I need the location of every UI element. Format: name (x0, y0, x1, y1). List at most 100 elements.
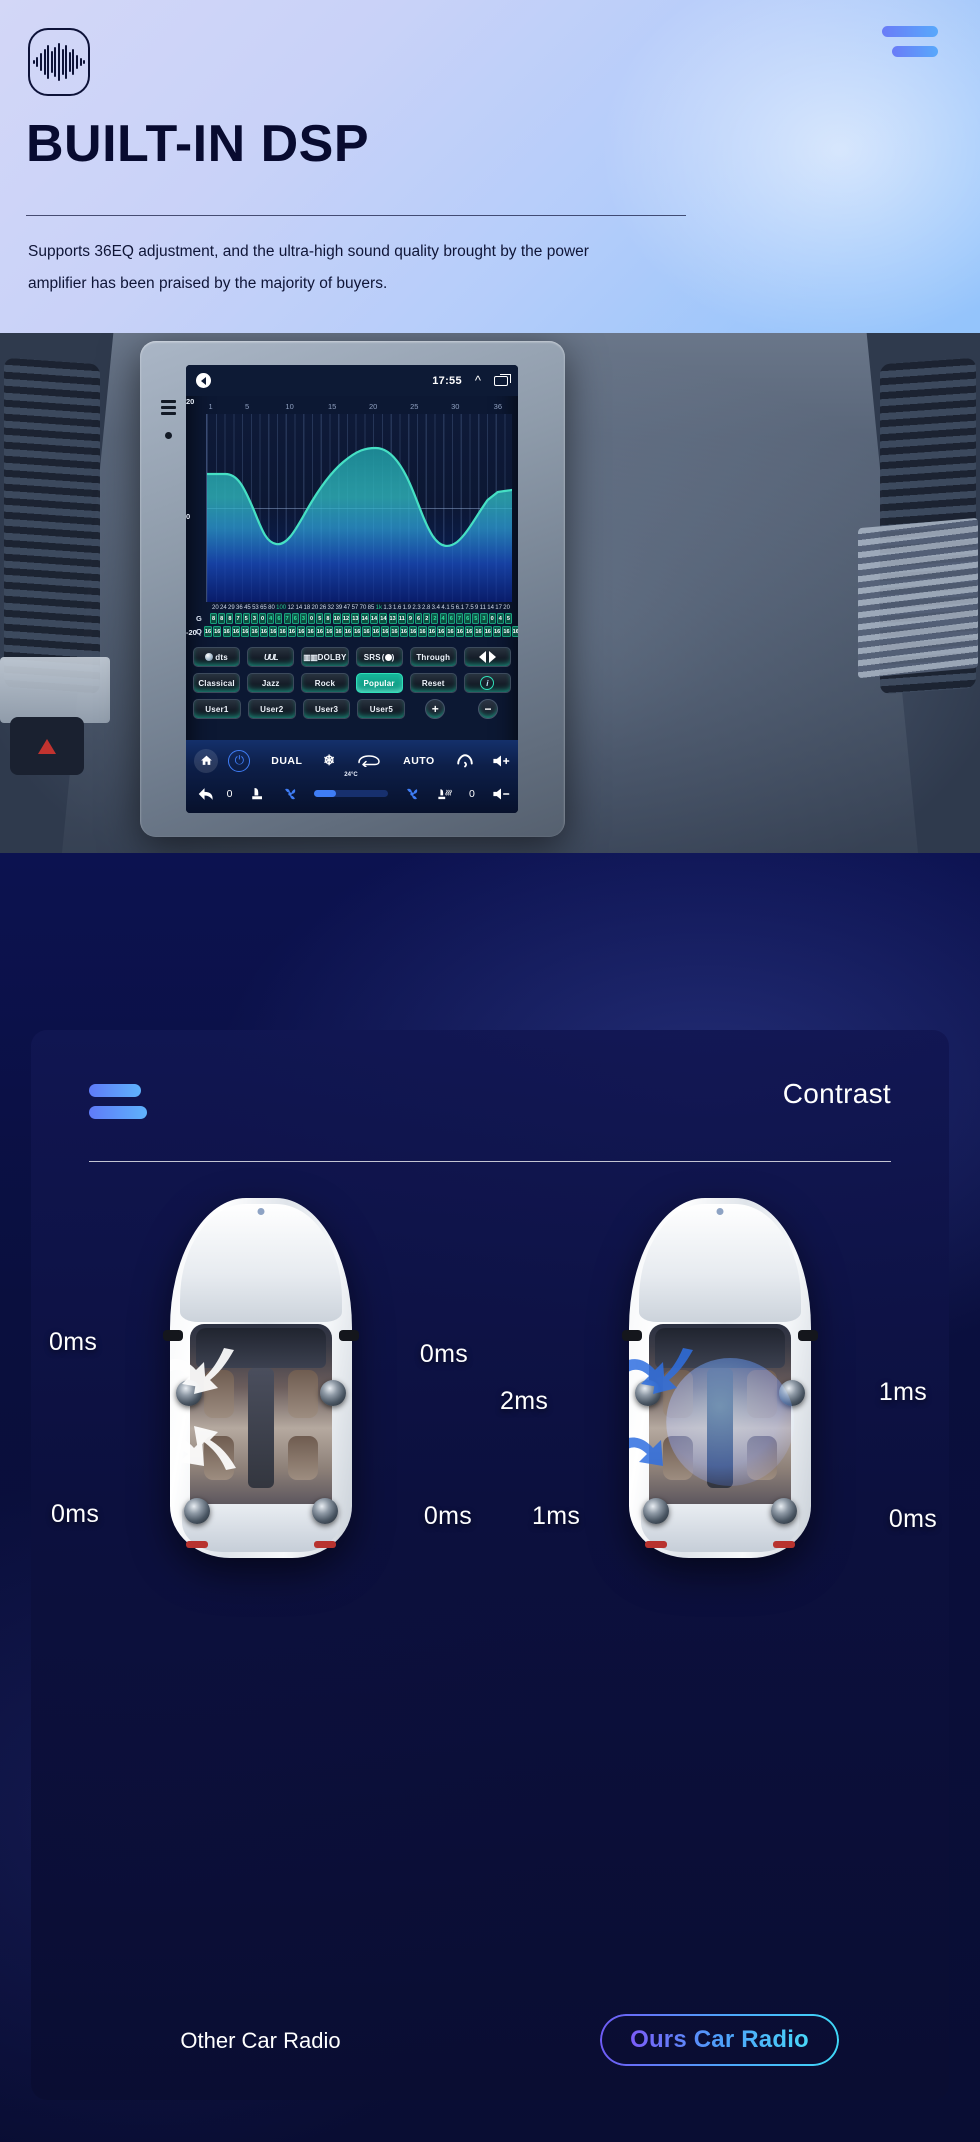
gain-cell[interactable]: 6 (275, 613, 283, 624)
q-cell[interactable]: 16 (269, 626, 278, 637)
gain-cell[interactable]: 14 (360, 613, 369, 624)
preset-info-button[interactable]: i (463, 673, 512, 693)
preset-user5-button[interactable]: User5 (357, 699, 406, 719)
seat-icon[interactable] (250, 787, 265, 801)
gain-cell[interactable]: 3 (480, 613, 488, 624)
q-cell[interactable]: 16 (511, 626, 518, 637)
q-cell[interactable]: 16 (465, 626, 474, 637)
chevron-up-icon[interactable]: ^ (475, 374, 481, 387)
gain-cell[interactable]: 14 (379, 613, 388, 624)
dual-label[interactable]: DUAL (271, 755, 302, 767)
q-cell[interactable]: 16 (213, 626, 222, 637)
gain-cell[interactable]: 0 (488, 613, 496, 624)
gain-cell[interactable]: 14 (369, 613, 379, 624)
gain-cell[interactable]: 6 (291, 613, 299, 624)
q-cell[interactable]: 16 (493, 626, 502, 637)
q-cell[interactable]: 16 (502, 626, 511, 637)
q-cell[interactable]: 16 (334, 626, 343, 637)
gain-cell[interactable]: 7 (455, 613, 463, 624)
gain-cell[interactable]: 9 (406, 613, 414, 624)
preset-reset-button[interactable]: Reset (409, 673, 457, 693)
gain-cell[interactable]: 5 (472, 613, 480, 624)
q-cell[interactable]: 16 (399, 626, 408, 637)
preset-classical-button[interactable]: Classical (193, 673, 241, 693)
q-cell[interactable]: 16 (427, 626, 436, 637)
recent-apps-icon[interactable] (494, 373, 511, 386)
preset-rock-button[interactable]: Rock (301, 673, 349, 693)
preset-through-button[interactable]: Through (409, 647, 457, 667)
q-cell[interactable]: 16 (418, 626, 427, 637)
right-temp-value[interactable]: 0 (469, 788, 475, 800)
q-cell[interactable]: 16 (362, 626, 371, 637)
gain-cell[interactable]: 5 (316, 613, 324, 624)
gain-cell[interactable]: 6 (415, 613, 423, 624)
gain-cell[interactable]: 8 (218, 613, 226, 624)
gain-cell[interactable]: 0 (308, 613, 316, 624)
fan-speed-slider[interactable] (313, 790, 388, 797)
gain-cell[interactable]: 11 (397, 613, 406, 624)
fan-icon[interactable] (283, 787, 297, 801)
q-cell[interactable]: 16 (231, 626, 241, 637)
menu-bars-icon[interactable] (882, 26, 938, 57)
preset-jazz-button[interactable]: Jazz (247, 673, 295, 693)
q-cell[interactable]: 16 (474, 626, 483, 637)
gain-cell[interactable]: 8 (324, 613, 332, 624)
q-cell[interactable]: 16 (287, 626, 297, 637)
gain-cell[interactable]: 12 (341, 613, 351, 624)
preset-srs-button[interactable]: SRS () (355, 647, 403, 667)
gain-cell[interactable]: 13 (351, 613, 360, 624)
menu-bars-icon[interactable] (89, 1084, 147, 1119)
q-cell[interactable]: 16 (446, 626, 455, 637)
gain-cell[interactable]: 4 (439, 613, 447, 624)
home-icon[interactable] (194, 748, 218, 773)
q-cell[interactable]: 16 (259, 626, 269, 637)
q-cell[interactable]: 16 (203, 626, 213, 637)
q-cell[interactable]: 16 (315, 626, 325, 637)
preset-user3-button[interactable]: User3 (302, 699, 351, 719)
gain-cell[interactable]: 5 (504, 613, 513, 624)
q-cell[interactable]: 16 (455, 626, 464, 637)
preset-user1-button[interactable]: User1 (193, 699, 241, 719)
q-cell[interactable]: 16 (353, 626, 362, 637)
preset-dolby-button[interactable]: ▥▥ DOLBY (301, 647, 349, 667)
q-cell[interactable]: 16 (278, 626, 287, 637)
snowflake-icon[interactable]: ❄ (323, 752, 335, 769)
volume-up-icon[interactable] (492, 754, 510, 768)
q-cell[interactable]: 16 (409, 626, 418, 637)
q-cell[interactable]: 16 (343, 626, 352, 637)
gain-cell[interactable]: 3 (250, 613, 258, 624)
back-arrow-icon[interactable] (198, 787, 214, 801)
q-cell[interactable]: 16 (241, 626, 250, 637)
volume-down-icon[interactable] (492, 787, 510, 801)
air-recirculation-icon[interactable] (356, 754, 382, 767)
gain-cell[interactable]: 8 (226, 613, 234, 624)
gain-cell[interactable]: 0 (259, 613, 267, 624)
ours-car-radio-button[interactable]: Ours Car Radio (600, 2014, 839, 2066)
q-cell[interactable]: 16 (381, 626, 390, 637)
gain-cell[interactable]: 6 (447, 613, 455, 624)
preset-dts-button[interactable]: dts (193, 647, 241, 667)
gain-cell[interactable]: 5 (242, 613, 250, 624)
q-cell[interactable]: 16 (371, 626, 380, 637)
gain-cell[interactable]: 13 (388, 613, 397, 624)
defrost-icon[interactable] (456, 753, 474, 768)
auto-label[interactable]: AUTO (403, 755, 435, 767)
fan-icon[interactable] (405, 787, 419, 801)
gain-cell[interactable]: 4 (267, 613, 275, 624)
power-icon[interactable]: ⏻ (228, 749, 251, 772)
preset-balance-button[interactable] (463, 647, 512, 667)
q-cell[interactable]: 16 (222, 626, 231, 637)
gain-cell[interactable]: 6 (464, 613, 472, 624)
gain-cell[interactable]: 2 (431, 613, 439, 624)
preset-popular-button[interactable]: Popular (355, 673, 403, 693)
gain-cell[interactable]: 3 (299, 613, 307, 624)
hazard-light-button[interactable] (10, 717, 84, 775)
gain-cell[interactable]: 2 (423, 613, 431, 624)
preset-wwl-button[interactable]: UUL (247, 647, 295, 667)
q-cell[interactable]: 16 (483, 626, 492, 637)
gain-cell[interactable]: 7 (283, 613, 291, 624)
gain-cell[interactable]: 4 (496, 613, 504, 624)
q-cell[interactable]: 16 (325, 626, 334, 637)
q-cell[interactable]: 16 (250, 626, 259, 637)
q-cell[interactable]: 16 (297, 626, 306, 637)
